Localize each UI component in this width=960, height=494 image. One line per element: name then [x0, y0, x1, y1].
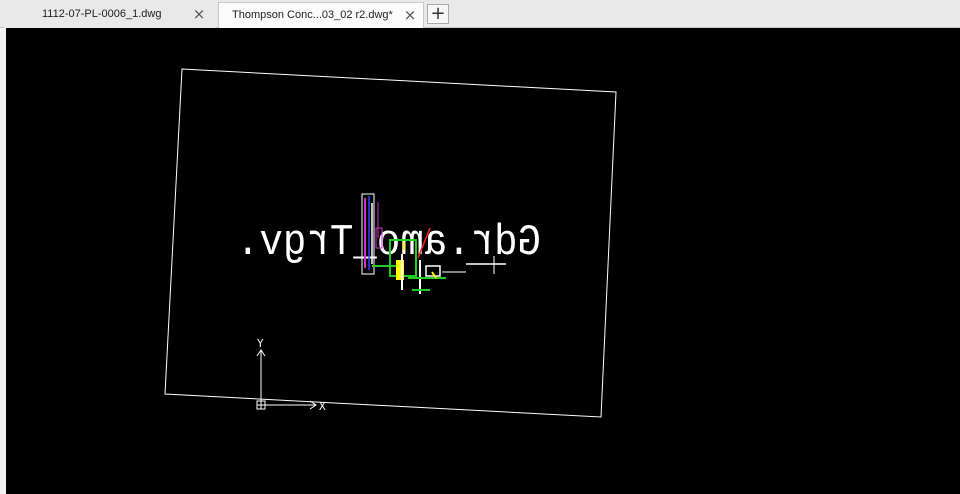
drawing-svg: Gdr.amo_Trgv. Y X — [164, 68, 617, 418]
close-icon[interactable]: × — [190, 5, 208, 23]
close-icon[interactable]: × — [401, 6, 419, 24]
tab-file-1112-07[interactable]: 1112-07-PL-0006_1.dwg × — [4, 2, 216, 28]
autocad-window: 1112-07-PL-0006_1.dwg × Thompson Conc...… — [0, 0, 960, 494]
tab-label: 1112-07-PL-0006_1.dwg — [42, 8, 162, 20]
file-tab-bar: 1112-07-PL-0006_1.dwg × Thompson Conc...… — [0, 0, 960, 29]
mirrored-image-text: Gdr.amo_Trgv. — [236, 218, 541, 268]
tab-file-thompson[interactable]: Thompson Conc...03_02 r2.dwg* × — [218, 2, 424, 29]
mirrored-image-label: Gdr.amo_Trgv. — [236, 218, 541, 268]
ucs-y-label: Y — [257, 337, 264, 350]
tab-label: Thompson Conc...03_02 r2.dwg* — [232, 9, 393, 21]
drawing-area-frame: Gdr.amo_Trgv. Y X — [0, 28, 960, 494]
model-space-canvas[interactable]: Gdr.amo_Trgv. Y X — [6, 28, 960, 494]
ucs-x-label: X — [319, 400, 326, 413]
new-tab-button[interactable]: + — [427, 4, 449, 24]
